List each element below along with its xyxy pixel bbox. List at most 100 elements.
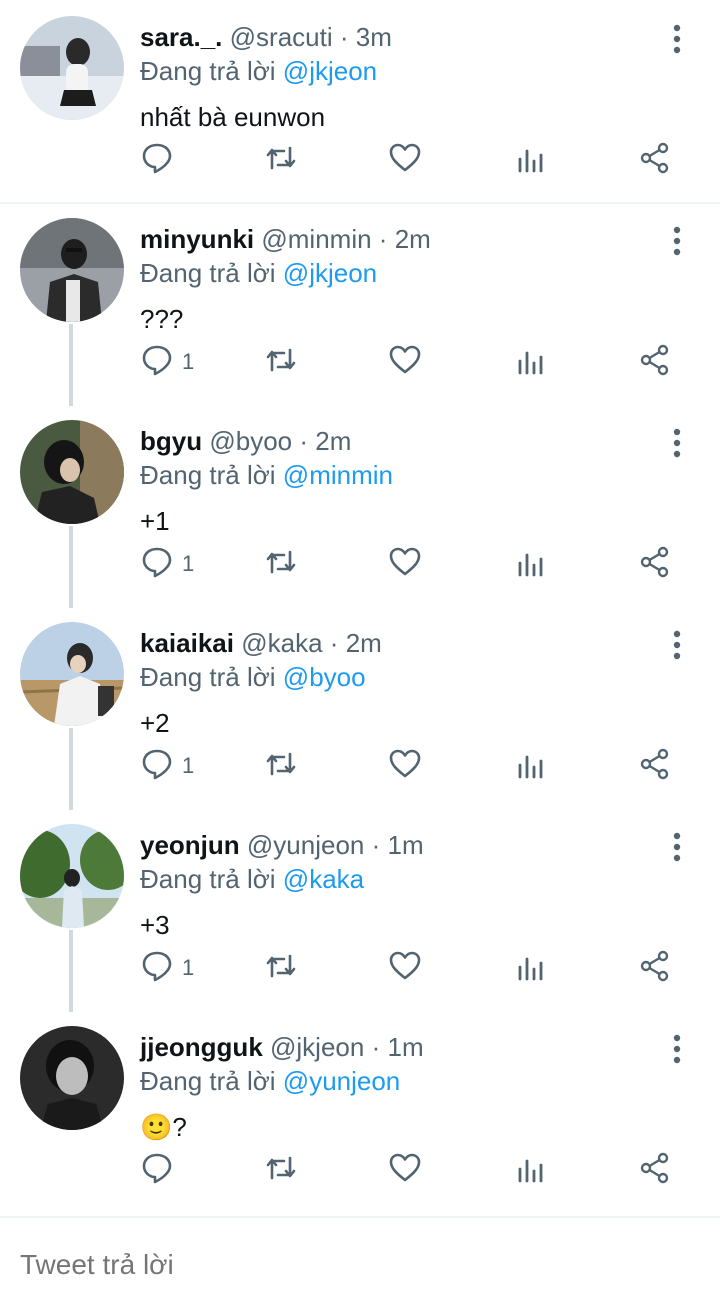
retweet-button[interactable] xyxy=(264,1150,298,1190)
retweet-button[interactable] xyxy=(264,544,298,584)
tweet[interactable]: sara._. @sracuti · 3m Đang trả lời @jkje… xyxy=(0,0,720,204)
timestamp[interactable]: 2m xyxy=(346,628,382,658)
reply-button[interactable]: 1 xyxy=(140,948,194,988)
tweet-header: jjeongguk @jkjeon · 1m xyxy=(140,1030,424,1064)
tweet[interactable]: jjeongguk @jkjeon · 1m Đang trả lời @yun… xyxy=(0,1010,720,1216)
replying-to-label: Đang trả lời xyxy=(140,56,276,86)
analytics-button[interactable] xyxy=(514,342,548,382)
avatar[interactable] xyxy=(20,1026,124,1130)
mention-link[interactable]: @byoo xyxy=(283,662,366,692)
analytics-icon xyxy=(514,747,548,786)
replying-to-label: Đang trả lời xyxy=(140,662,276,692)
reply-count: 1 xyxy=(182,551,195,576)
mention-link[interactable]: @yunjeon xyxy=(283,1066,400,1096)
mention-link[interactable]: @minmin xyxy=(283,460,393,490)
analytics-button[interactable] xyxy=(514,1150,548,1190)
more-options-icon[interactable] xyxy=(662,628,692,662)
more-options-icon[interactable] xyxy=(662,830,692,864)
reply-input[interactable] xyxy=(18,1248,682,1282)
avatar[interactable] xyxy=(20,16,124,120)
like-button[interactable] xyxy=(388,746,422,786)
retweet-icon xyxy=(264,545,298,584)
like-button[interactable] xyxy=(388,948,422,988)
reply-button[interactable] xyxy=(140,1150,182,1190)
user-handle[interactable]: @sracuti xyxy=(230,22,333,52)
display-name[interactable]: yeonjun xyxy=(140,830,240,860)
reply-button[interactable]: 1 xyxy=(140,746,194,786)
more-options-icon[interactable] xyxy=(662,1032,692,1066)
like-button[interactable] xyxy=(388,140,422,180)
avatar[interactable] xyxy=(20,218,124,322)
timestamp[interactable]: 3m xyxy=(356,22,392,52)
tweet[interactable]: bgyu @byoo · 2m Đang trả lời @minmin +1 … xyxy=(0,404,720,608)
reply-button[interactable] xyxy=(140,140,182,180)
tweet-text: +1 xyxy=(140,506,170,536)
analytics-button[interactable] xyxy=(514,140,548,180)
timestamp[interactable]: 1m xyxy=(388,830,424,860)
more-options-icon[interactable] xyxy=(662,426,692,460)
tweet-header: minyunki @minmin · 2m xyxy=(140,222,431,256)
share-button[interactable] xyxy=(638,544,672,584)
replying-to: Đang trả lời @yunjeon xyxy=(140,1064,400,1098)
retweet-icon xyxy=(264,949,298,988)
reply-icon xyxy=(140,141,174,180)
like-button[interactable] xyxy=(388,544,422,584)
share-button[interactable] xyxy=(638,342,672,382)
tweet[interactable]: yeonjun @yunjeon · 1m Đang trả lời @kaka… xyxy=(0,808,720,1012)
more-options-icon[interactable] xyxy=(662,224,692,258)
retweet-icon xyxy=(264,747,298,786)
share-icon xyxy=(638,1151,672,1190)
timestamp[interactable]: 2m xyxy=(315,426,351,456)
user-handle[interactable]: @jkjeon xyxy=(270,1032,364,1062)
avatar[interactable] xyxy=(20,824,124,928)
display-name[interactable]: sara._. xyxy=(140,22,222,52)
tweet[interactable]: kaiaikai @kaka · 2m Đang trả lời @byoo +… xyxy=(0,606,720,810)
user-handle[interactable]: @yunjeon xyxy=(247,830,364,860)
retweet-button[interactable] xyxy=(264,140,298,180)
separator: · xyxy=(378,224,388,254)
thread-line xyxy=(69,728,73,810)
analytics-icon xyxy=(514,949,548,988)
display-name[interactable]: bgyu xyxy=(140,426,202,456)
analytics-button[interactable] xyxy=(514,544,548,584)
user-handle[interactable]: @byoo xyxy=(209,426,292,456)
reply-icon xyxy=(140,343,174,382)
thread-line xyxy=(69,324,73,406)
like-button[interactable] xyxy=(388,342,422,382)
tweet[interactable]: minyunki @minmin · 2m Đang trả lời @jkje… xyxy=(0,202,720,406)
analytics-icon xyxy=(514,545,548,584)
share-icon xyxy=(638,343,672,382)
replying-to: Đang trả lời @byoo xyxy=(140,660,366,694)
timestamp[interactable]: 1m xyxy=(387,1032,423,1062)
share-button[interactable] xyxy=(638,746,672,786)
avatar[interactable] xyxy=(20,420,124,524)
timestamp[interactable]: 2m xyxy=(395,224,431,254)
tweet-text: ??? xyxy=(140,304,184,334)
retweet-button[interactable] xyxy=(264,948,298,988)
retweet-button[interactable] xyxy=(264,746,298,786)
more-options-icon[interactable] xyxy=(662,22,692,56)
retweet-button[interactable] xyxy=(264,342,298,382)
share-button[interactable] xyxy=(638,948,672,988)
share-button[interactable] xyxy=(638,140,672,180)
share-button[interactable] xyxy=(638,1150,672,1190)
avatar[interactable] xyxy=(20,622,124,726)
heart-icon xyxy=(388,141,422,180)
like-button[interactable] xyxy=(388,1150,422,1190)
retweet-icon xyxy=(264,1151,298,1190)
separator: · xyxy=(371,830,381,860)
display-name[interactable]: jjeongguk xyxy=(140,1032,263,1062)
analytics-button[interactable] xyxy=(514,948,548,988)
display-name[interactable]: minyunki xyxy=(140,224,254,254)
mention-link[interactable]: @jkjeon xyxy=(283,56,377,86)
replying-to-label: Đang trả lời xyxy=(140,864,276,894)
mention-link[interactable]: @jkjeon xyxy=(283,258,377,288)
analytics-button[interactable] xyxy=(514,746,548,786)
action-bar: 1 xyxy=(140,746,700,786)
mention-link[interactable]: @kaka xyxy=(283,864,364,894)
reply-button[interactable]: 1 xyxy=(140,544,194,584)
display-name[interactable]: kaiaikai xyxy=(140,628,234,658)
user-handle[interactable]: @kaka xyxy=(241,628,322,658)
reply-button[interactable]: 1 xyxy=(140,342,194,382)
user-handle[interactable]: @minmin xyxy=(261,224,371,254)
